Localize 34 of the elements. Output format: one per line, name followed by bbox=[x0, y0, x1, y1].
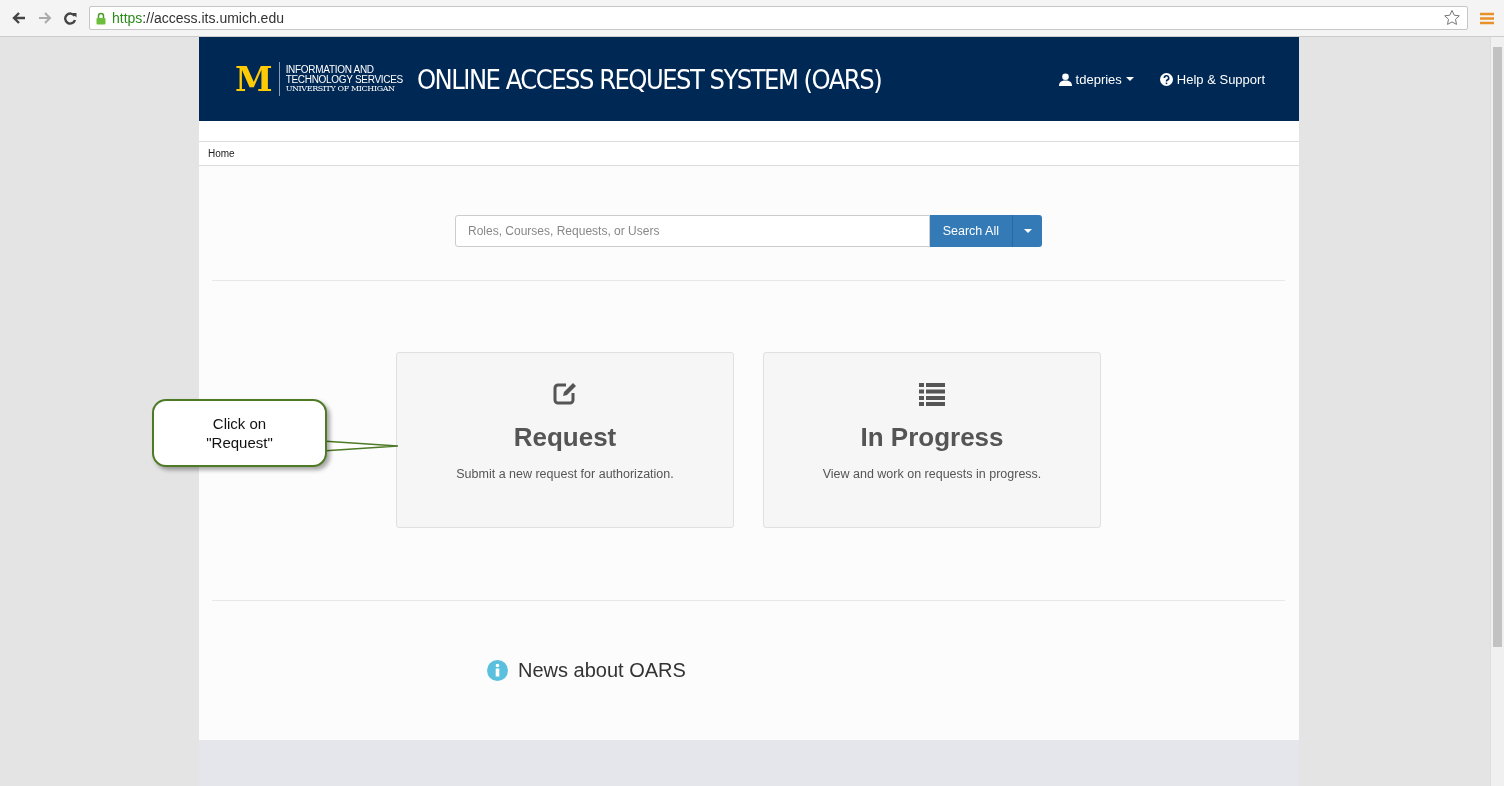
reload-icon[interactable] bbox=[64, 11, 77, 25]
caret-icon bbox=[1023, 228, 1032, 234]
breadcrumb-link[interactable]: Home bbox=[208, 148, 235, 159]
list-icon bbox=[919, 382, 945, 406]
edit-icon bbox=[552, 382, 578, 406]
back-icon[interactable] bbox=[12, 12, 26, 24]
app-title: ONLINE ACCESS REQUEST SYSTEM (OARS) bbox=[416, 63, 882, 95]
logo-mark: M bbox=[235, 62, 280, 96]
user-menu[interactable]: tdepries bbox=[1058, 71, 1134, 87]
action-card[interactable]: Request Submit a new request for authorization. bbox=[396, 352, 734, 528]
logo-text: UNIVERSITY OF MICHIGAN bbox=[285, 85, 396, 93]
logo-text: TECHNOLOGY SERVICES bbox=[285, 75, 403, 85]
search-button[interactable]: Search All bbox=[929, 215, 1012, 247]
star-icon[interactable] bbox=[1443, 9, 1461, 27]
card-title: Request bbox=[513, 422, 617, 453]
menu-icon[interactable] bbox=[1480, 11, 1494, 25]
dropdown-button[interactable] bbox=[1012, 215, 1042, 247]
logo-text: INFORMATION AND bbox=[285, 65, 375, 75]
caret-icon bbox=[1125, 76, 1134, 82]
card-title: In Progress bbox=[860, 422, 1004, 453]
help-icon bbox=[1159, 72, 1173, 86]
card-description: View and work on requests in progress. bbox=[822, 467, 1042, 481]
card-description: Submit a new request for authorization. bbox=[456, 467, 674, 481]
user-icon bbox=[1058, 72, 1072, 86]
action-card[interactable]: In Progress View and work on requests in progress. bbox=[763, 352, 1101, 528]
news-heading: News about OARS bbox=[518, 659, 686, 682]
forward-icon[interactable] bbox=[38, 12, 52, 24]
address-bar[interactable]: https://access.its.umich.edu bbox=[89, 6, 1468, 30]
callout-text: Click on "Request" bbox=[152, 399, 327, 467]
info-icon bbox=[487, 660, 508, 681]
search-field[interactable]: Roles, Courses, Requests, or Users bbox=[455, 215, 930, 247]
scrollbar-thumb[interactable] bbox=[1493, 47, 1502, 647]
help-link[interactable]: Help & Support bbox=[1159, 71, 1265, 87]
lock-icon bbox=[96, 11, 106, 25]
